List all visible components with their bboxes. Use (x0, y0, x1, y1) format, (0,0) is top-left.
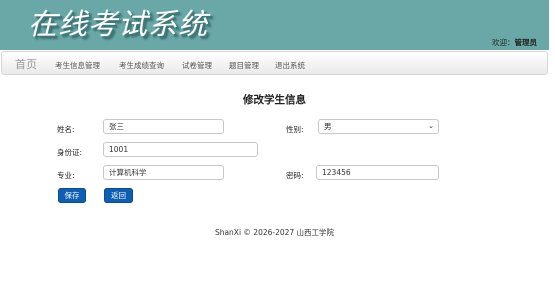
footer-copyright: ShanXi © 2026-2027 山西工学院 (214, 228, 335, 237)
nav-home[interactable]: 首页 (15, 56, 37, 72)
user-name: 管理员 (514, 38, 538, 47)
nav-item-paper-management[interactable]: 试卷管理 (182, 60, 212, 71)
name-label: 姓名: (57, 125, 75, 134)
header-banner: 在线考试系统 欢迎：管理员 (0, 0, 549, 50)
gender-label: 性别: (286, 125, 304, 134)
major-label: 专业: (57, 171, 75, 180)
gender-select[interactable]: 男 ⌄ (318, 119, 439, 134)
page-title: 修改学生信息 (243, 94, 306, 106)
nav-item-student-info[interactable]: 考生信息管理 (55, 60, 100, 71)
id-label: 身份证: (57, 148, 83, 157)
app-title: 在线考试系统 (28, 7, 209, 41)
welcome-text: 欢迎：管理员 (492, 37, 537, 48)
chevron-down-icon: ⌄ (428, 122, 434, 130)
navbar: 首页 考生信息管理 考生成绩查询 试卷管理 题目管理 退出系统 (1, 51, 548, 75)
password-input[interactable]: 123456 (316, 165, 439, 180)
name-input[interactable]: 张三 (103, 119, 224, 134)
major-input[interactable]: 计算机科学 (103, 165, 224, 180)
gender-select-value: 男 (324, 122, 332, 131)
password-label: 密码: (286, 171, 304, 180)
nav-item-logout[interactable]: 退出系统 (275, 60, 305, 71)
id-input[interactable]: 1001 (103, 142, 258, 157)
back-button[interactable]: 返回 (104, 188, 133, 203)
welcome-label: 欢迎： (492, 38, 515, 47)
nav-item-question-management[interactable]: 题目管理 (229, 60, 259, 71)
nav-item-score-query[interactable]: 考生成绩查询 (119, 60, 164, 71)
save-button[interactable]: 保存 (58, 188, 86, 203)
